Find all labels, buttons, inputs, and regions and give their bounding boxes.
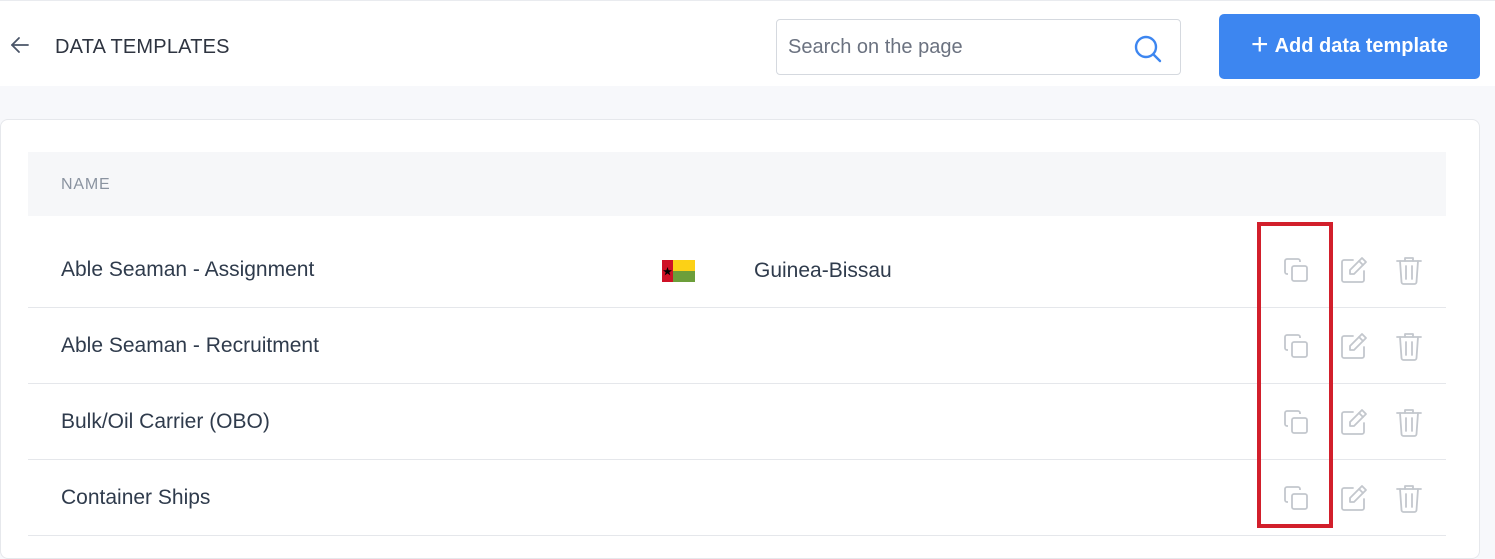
table-row[interactable]: Able Seaman - Recruitment <box>28 308 1446 384</box>
template-name[interactable]: Able Seaman - Recruitment <box>61 308 319 384</box>
copy-icon[interactable] <box>1280 254 1312 286</box>
column-header-name[interactable]: NAME <box>61 176 110 194</box>
edit-icon[interactable] <box>1338 482 1370 514</box>
copy-icon[interactable] <box>1280 482 1312 514</box>
edit-icon[interactable] <box>1338 406 1370 438</box>
add-data-template-button[interactable]: + Add data template <box>1219 14 1480 79</box>
table-row[interactable]: Bulk/Oil Carrier (OBO) <box>28 384 1446 460</box>
template-name[interactable]: Bulk/Oil Carrier (OBO) <box>61 384 270 460</box>
edit-icon[interactable] <box>1338 330 1370 362</box>
back-arrow-icon[interactable] <box>8 33 32 57</box>
table-header: NAME <box>28 152 1446 216</box>
search-box[interactable] <box>776 19 1181 75</box>
search-icon[interactable] <box>1133 34 1163 64</box>
copy-icon[interactable] <box>1280 406 1312 438</box>
trash-icon[interactable] <box>1393 482 1425 514</box>
add-button-label: Add data template <box>1274 35 1448 57</box>
template-country: Guinea-Bissau <box>754 259 892 282</box>
template-name[interactable]: Able Seaman - Assignment <box>61 232 314 308</box>
top-bar: DATA TEMPLATES + Add data template <box>0 0 1495 86</box>
page-title: DATA TEMPLATES <box>55 36 230 58</box>
search-input[interactable] <box>788 20 1128 74</box>
guinea-bissau-flag-icon <box>662 260 695 282</box>
table-row[interactable]: Able Seaman - Assignment Guinea-Bissau <box>28 232 1446 308</box>
copy-icon[interactable] <box>1280 330 1312 362</box>
edit-icon[interactable] <box>1338 254 1370 286</box>
trash-icon[interactable] <box>1393 330 1425 362</box>
plus-icon: + <box>1251 28 1269 61</box>
trash-icon[interactable] <box>1393 406 1425 438</box>
template-name[interactable]: Container Ships <box>61 460 210 536</box>
table-row[interactable]: Container Ships <box>28 460 1446 536</box>
trash-icon[interactable] <box>1393 254 1425 286</box>
